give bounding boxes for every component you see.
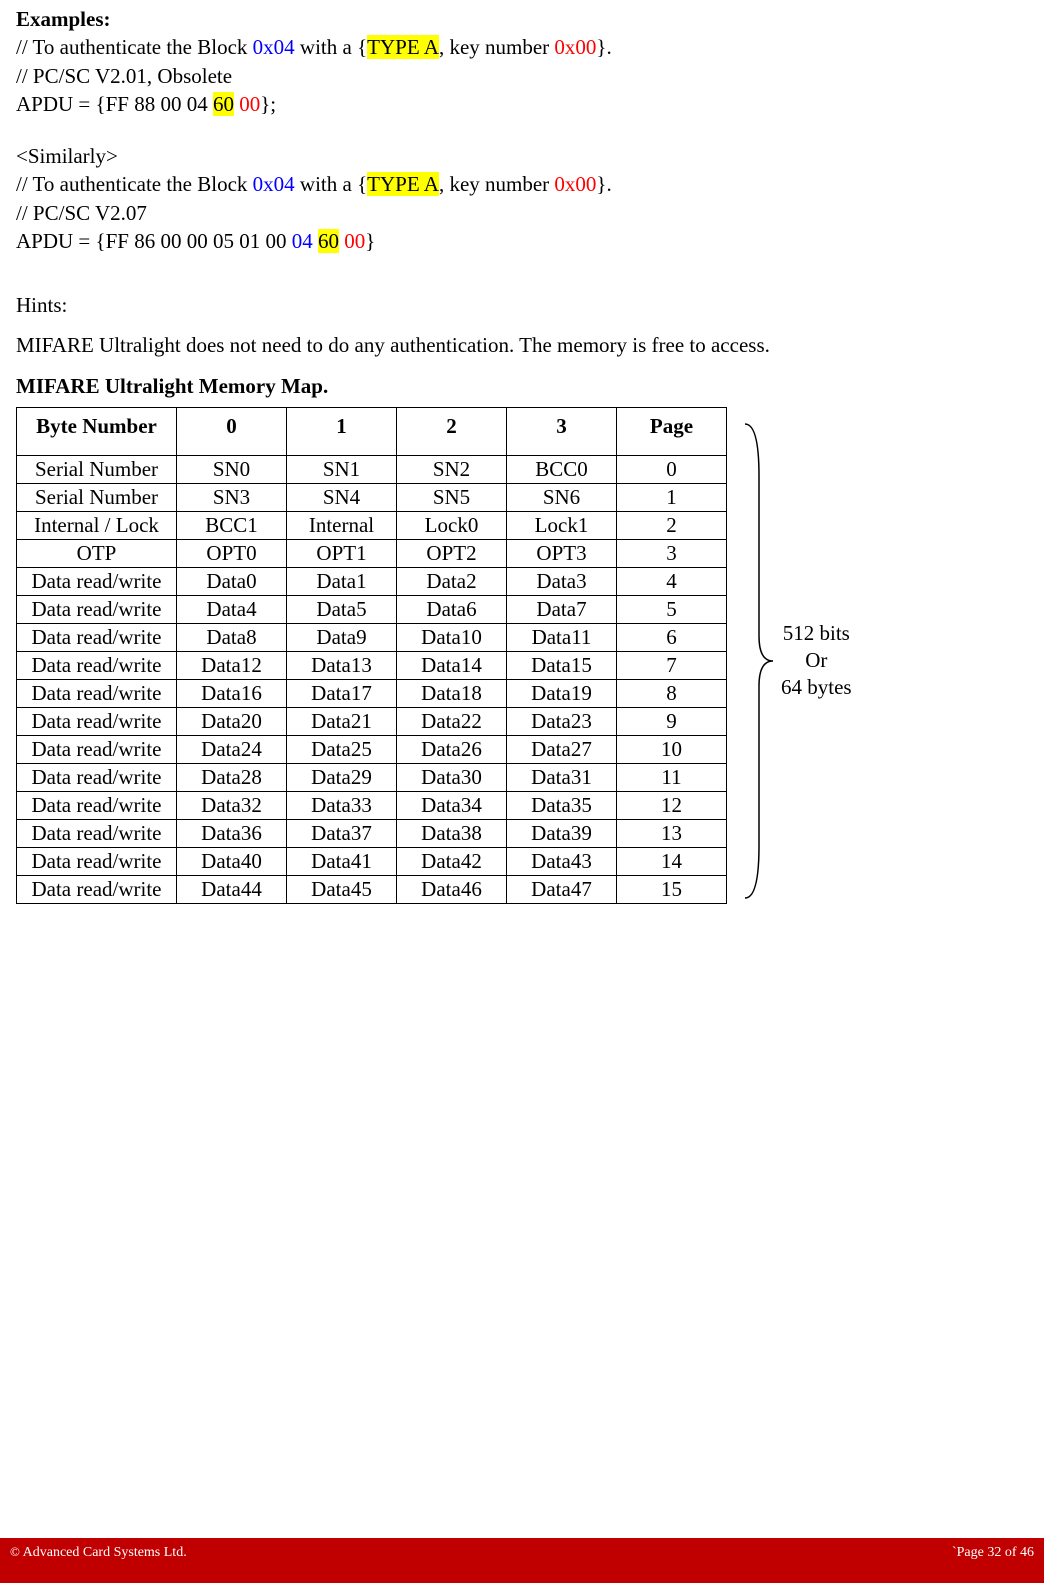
table-row: Data read/writeData12Data13Data14Data157 bbox=[17, 651, 727, 679]
brace-line1: 512 bits bbox=[781, 620, 852, 647]
apdu-2: APDU = {FF 86 00 00 05 01 00 04 60 00} bbox=[16, 228, 1028, 254]
table-header-row: Byte Number 0 1 2 3 Page bbox=[17, 407, 727, 455]
table-row: Serial NumberSN3SN4SN5SN61 bbox=[17, 483, 727, 511]
footer-right: `Page 32 of 46 bbox=[952, 1545, 1034, 1561]
table-row: Data read/writeData32Data33Data34Data351… bbox=[17, 791, 727, 819]
example-line-4: // To authenticate the Block 0x04 with a… bbox=[16, 171, 1028, 197]
table-row: Data read/writeData8Data9Data10Data116 bbox=[17, 623, 727, 651]
brace-line3: 64 bytes bbox=[781, 674, 852, 701]
copyright-icon: © bbox=[10, 1544, 20, 1559]
memory-map-table: Byte Number 0 1 2 3 Page Serial NumberSN… bbox=[16, 407, 727, 904]
brace-annotation: 512 bits Or 64 bytes bbox=[737, 401, 852, 921]
table-row: Data read/writeData20Data21Data22Data239 bbox=[17, 707, 727, 735]
table-row: Data read/writeData36Data37Data38Data391… bbox=[17, 819, 727, 847]
hints-heading: Hints: bbox=[16, 292, 1028, 318]
table-row: OTPOPT0OPT1OPT2OPT33 bbox=[17, 539, 727, 567]
table-row: Internal / LockBCC1InternalLock0Lock12 bbox=[17, 511, 727, 539]
table-row: Data read/writeData24Data25Data26Data271… bbox=[17, 735, 727, 763]
example-line-5: // PC/SC V2.07 bbox=[16, 200, 1028, 226]
table-row: Serial NumberSN0SN1SN2BCC00 bbox=[17, 455, 727, 483]
footer: © Advanced Card Systems Ltd. `Page 32 of… bbox=[0, 1538, 1044, 1583]
similarly: <Similarly> bbox=[16, 143, 1028, 169]
table-row: Data read/writeData4Data5Data6Data75 bbox=[17, 595, 727, 623]
table-row: Data read/writeData44Data45Data46Data471… bbox=[17, 875, 727, 903]
brace-icon bbox=[737, 416, 777, 906]
table-row: Data read/writeData0Data1Data2Data34 bbox=[17, 567, 727, 595]
example-line-2: // PC/SC V2.01, Obsolete bbox=[16, 63, 1028, 89]
apdu-1: APDU = {FF 88 00 04 60 00}; bbox=[16, 91, 1028, 117]
brace-line2: Or bbox=[781, 647, 852, 674]
examples-heading: Examples: bbox=[16, 6, 1028, 32]
footer-left: © Advanced Card Systems Ltd. bbox=[10, 1544, 187, 1561]
table-row: Data read/writeData16Data17Data18Data198 bbox=[17, 679, 727, 707]
table-row: Data read/writeData40Data41Data42Data431… bbox=[17, 847, 727, 875]
example-line-1: // To authenticate the Block 0x04 with a… bbox=[16, 34, 1028, 60]
memory-map-heading: MIFARE Ultralight Memory Map. bbox=[16, 373, 1028, 399]
table-row: Data read/writeData28Data29Data30Data311… bbox=[17, 763, 727, 791]
hints-line: MIFARE Ultralight does not need to do an… bbox=[16, 332, 1028, 358]
